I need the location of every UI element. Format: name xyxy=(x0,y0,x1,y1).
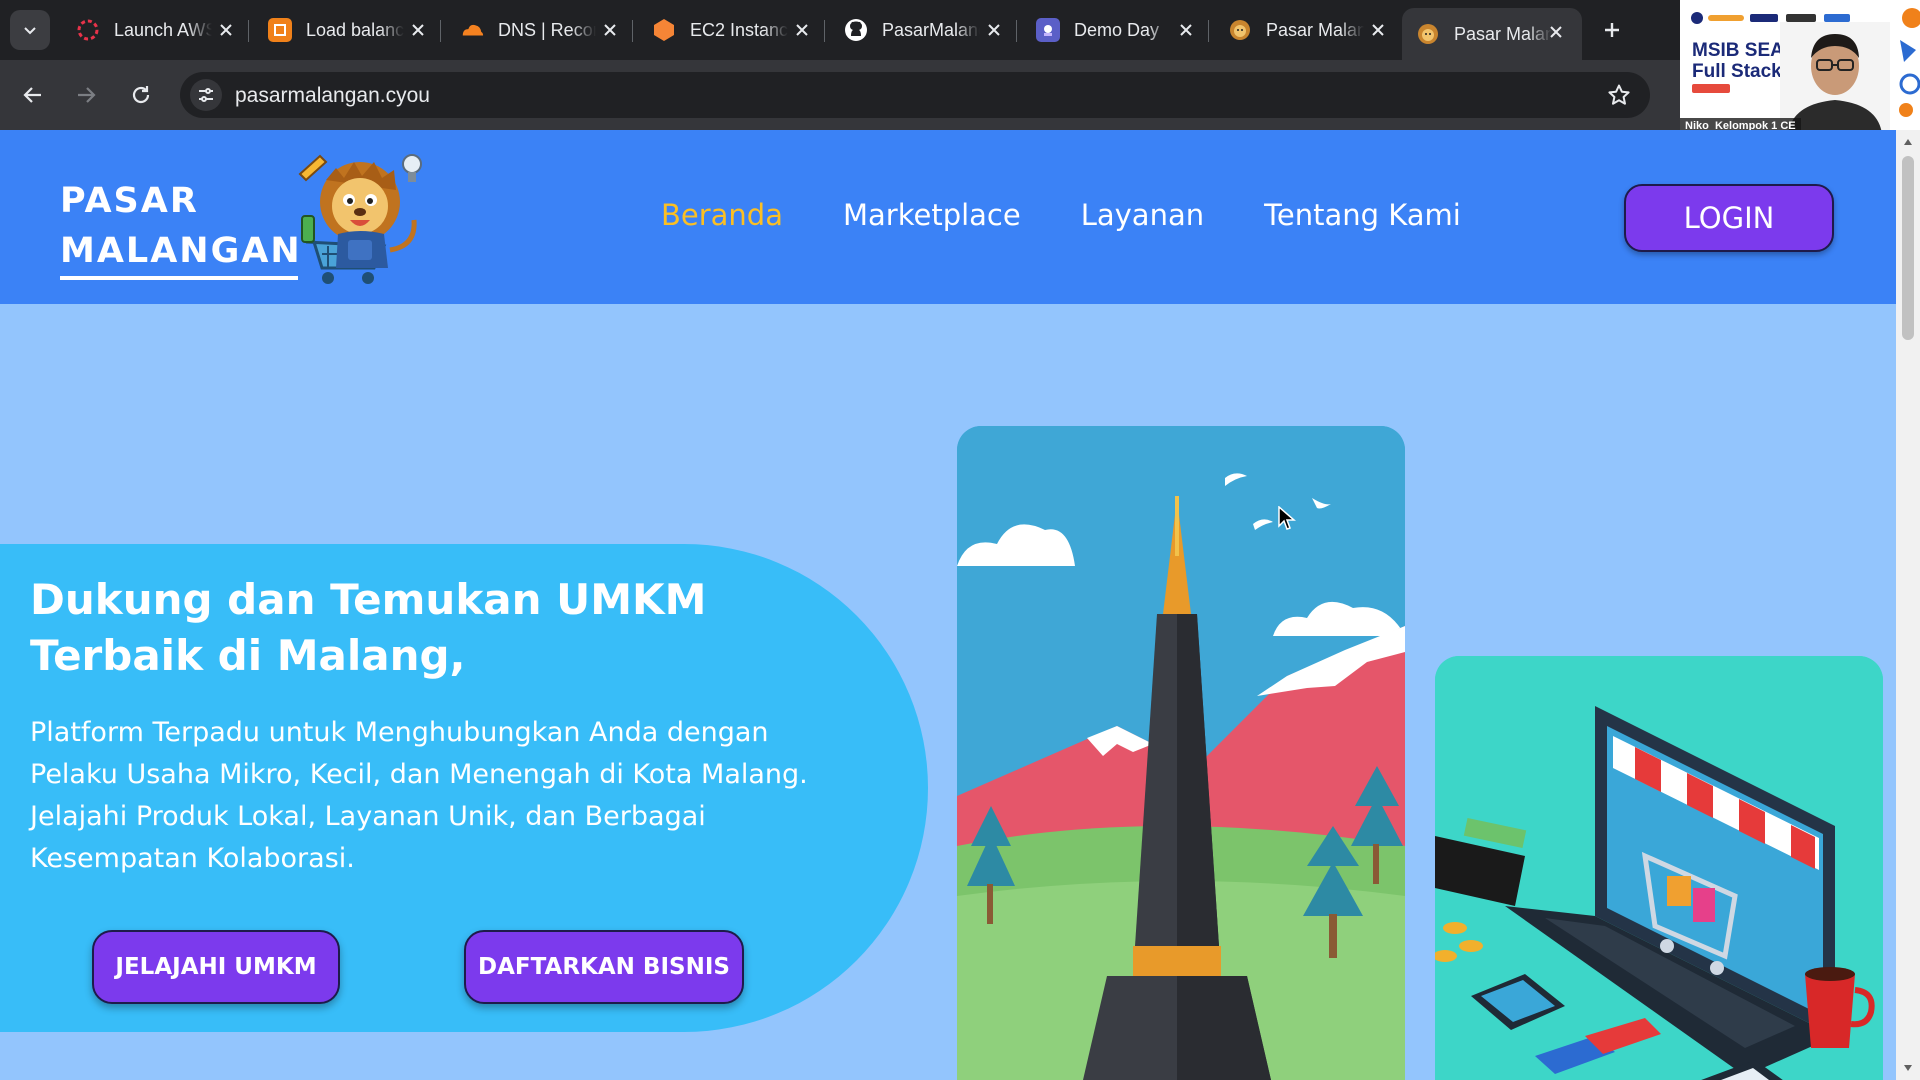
close-icon[interactable] xyxy=(1366,18,1390,42)
hero-description: Platform Terpadu untuk Menghubungkan And… xyxy=(30,717,808,874)
tab-title: Load balancers xyxy=(306,19,404,40)
cloudflare-icon xyxy=(460,18,484,42)
plus-icon xyxy=(1605,23,1619,37)
close-icon[interactable] xyxy=(1174,18,1198,42)
reload-button[interactable] xyxy=(123,77,159,113)
site-info-button[interactable] xyxy=(190,79,222,111)
lion-favicon-icon xyxy=(1416,22,1440,46)
mouse-cursor-icon xyxy=(1278,506,1296,530)
bookmark-button[interactable] xyxy=(1606,82,1632,108)
overlay-badge xyxy=(1692,84,1730,93)
arrow-left-icon xyxy=(23,87,41,103)
site-logo[interactable]: PASAR MALANGAN xyxy=(60,176,302,276)
browser-tab[interactable]: Demo Day xyxy=(1022,6,1212,54)
aws-icon xyxy=(76,18,100,42)
brand-line-1: PASAR xyxy=(60,181,199,221)
malang-monument-illustration xyxy=(957,426,1405,1080)
register-business-button[interactable]: DAFTARKAN BISNIS xyxy=(464,930,744,1004)
address-bar[interactable]: pasarmalangan.cyou xyxy=(180,72,1650,118)
new-tab-button[interactable] xyxy=(1596,14,1628,46)
online-shop-illustration-card xyxy=(1435,656,1883,1080)
tab-title: EC2 Instances xyxy=(690,19,788,40)
main-navigation: Beranda Marketplace Layanan Tentang Kami xyxy=(661,198,1461,232)
scrollbar-thumb[interactable] xyxy=(1902,156,1914,340)
site-header: PASAR MALANGAN Beranda Marketplace Layan… xyxy=(0,130,1896,304)
browser-tab[interactable]: Launch AWS xyxy=(62,6,252,54)
login-button[interactable]: LOGIN xyxy=(1624,184,1834,252)
tab-title: Pasar Malangan xyxy=(1266,19,1364,40)
ec2-icon xyxy=(652,18,676,42)
brand-line-2: MALANGAN xyxy=(60,231,302,271)
tab-title: Pasar Malangan xyxy=(1454,23,1552,44)
close-icon[interactable] xyxy=(598,18,622,42)
nav-tentang-kami[interactable]: Tentang Kami xyxy=(1264,198,1461,232)
browser-tab[interactable]: Load balancers xyxy=(254,6,444,54)
tab-title: Launch AWS xyxy=(114,19,212,40)
lion-favicon-icon xyxy=(1228,18,1252,42)
lion-mascot-icon xyxy=(298,154,422,284)
url-text[interactable]: pasarmalangan.cyou xyxy=(235,84,430,108)
nav-beranda[interactable]: Beranda xyxy=(661,198,783,232)
explore-umkm-button[interactable]: JELAJAHI UMKM xyxy=(92,930,340,1004)
forward-button[interactable] xyxy=(68,77,104,113)
browser-tab[interactable]: PasarMalangan xyxy=(830,6,1020,54)
load-balancer-icon xyxy=(268,18,292,42)
github-icon xyxy=(844,18,868,42)
tab-title: PasarMalangan xyxy=(882,19,980,40)
logo-underline xyxy=(60,276,298,280)
nav-marketplace[interactable]: Marketplace xyxy=(843,198,1021,232)
nav-layanan[interactable]: Layanan xyxy=(1081,198,1204,232)
video-call-overlay: MSIB SEAL Full Stack Niko_Kelompok 1 CE xyxy=(1680,0,1920,134)
hero-title: Dukung dan Temukan UMKM Terbaik di Malan… xyxy=(30,575,707,680)
close-icon[interactable] xyxy=(406,18,430,42)
meeting-icon xyxy=(1036,18,1060,42)
tab-title: Demo Day xyxy=(1074,19,1160,40)
browser-tab[interactable]: EC2 Instances xyxy=(638,6,828,54)
browser-tab[interactable]: DNS | Records xyxy=(446,6,636,54)
star-icon xyxy=(1608,84,1630,105)
tab-search-button[interactable] xyxy=(10,10,50,50)
close-icon[interactable] xyxy=(1544,20,1568,44)
arrow-right-icon xyxy=(78,87,96,103)
close-icon[interactable] xyxy=(790,18,814,42)
close-icon[interactable] xyxy=(982,18,1006,42)
browser-tab-active[interactable]: Pasar Malangan xyxy=(1402,8,1582,60)
browser-tab[interactable]: Pasar Malangan xyxy=(1214,6,1404,54)
scroll-down-icon[interactable] xyxy=(1902,1062,1914,1074)
browser-toolbar: pasarmalangan.cyou xyxy=(0,60,1680,130)
decorative-shapes xyxy=(1899,8,1920,117)
tab-title: DNS | Records xyxy=(498,19,596,40)
scroll-up-icon[interactable] xyxy=(1902,136,1914,148)
tune-icon xyxy=(199,88,213,102)
browser-tab-strip: Launch AWS Load balancers DNS | Records … xyxy=(0,0,1680,60)
chevron-down-icon xyxy=(24,27,36,35)
web-page: PASAR MALANGAN Beranda Marketplace Layan… xyxy=(0,130,1896,1080)
back-button[interactable] xyxy=(15,77,51,113)
monument-illustration-card xyxy=(957,426,1405,1080)
close-icon[interactable] xyxy=(214,18,238,42)
reload-icon xyxy=(132,86,150,104)
page-scrollbar[interactable] xyxy=(1896,130,1920,1080)
online-shop-illustration xyxy=(1435,656,1883,1080)
